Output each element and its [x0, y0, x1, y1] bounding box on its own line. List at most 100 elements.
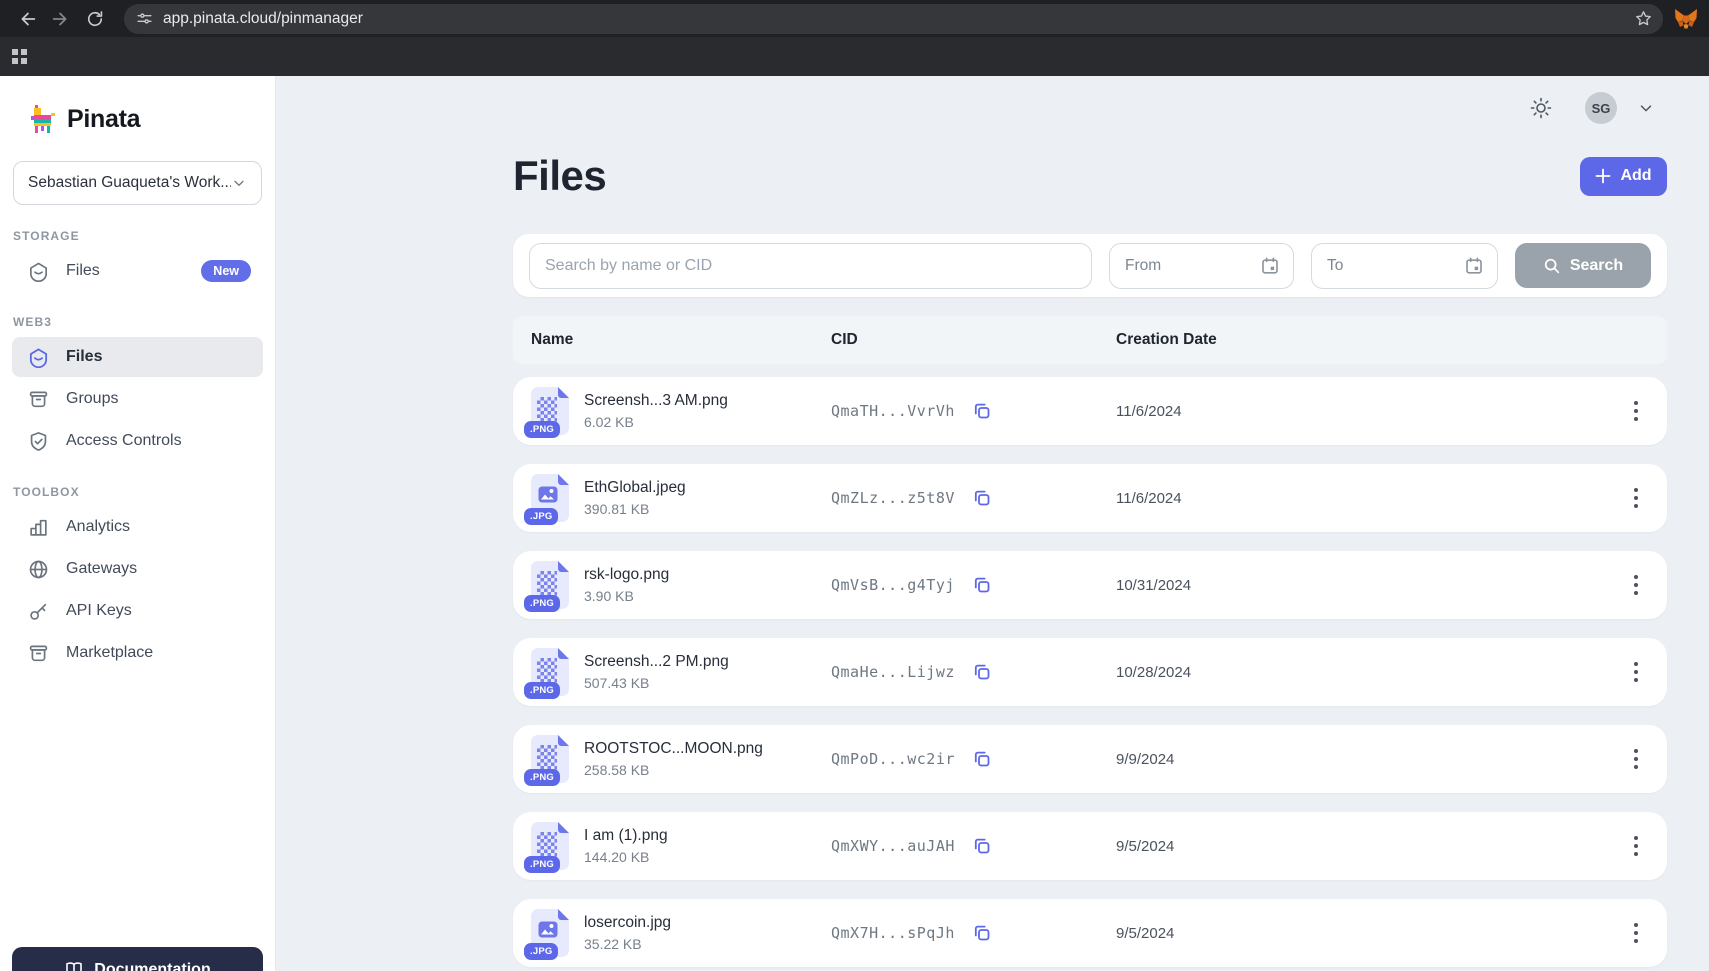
copy-icon: [971, 748, 993, 770]
copy-cid-button[interactable]: [971, 661, 993, 683]
file-ext-badge: .JPG: [524, 943, 558, 960]
reload-icon: [85, 9, 105, 29]
copy-icon: [971, 661, 993, 683]
file-cid: QmVsB...g4Tyj: [831, 576, 955, 594]
site-settings-icon[interactable]: [136, 10, 153, 27]
browser-url-bar[interactable]: app.pinata.cloud/pinmanager: [124, 4, 1663, 34]
browser-back-button[interactable]: [10, 4, 44, 34]
marketplace-box-icon: [28, 643, 49, 664]
row-menu-button[interactable]: [1630, 919, 1642, 947]
account-menu-button[interactable]: [1637, 99, 1655, 117]
browser-reload-button[interactable]: [78, 4, 112, 34]
table-row[interactable]: .PNG ROOTSTOC...MOON.png 258.58 KB QmPoD…: [513, 725, 1667, 793]
theme-toggle-button[interactable]: [1529, 96, 1553, 120]
file-size: 6.02 KB: [584, 414, 728, 430]
file-ext-badge: .PNG: [524, 421, 560, 438]
file-type-icon: .PNG: [531, 822, 569, 870]
file-size: 144.20 KB: [584, 849, 668, 865]
chevron-down-icon: [1637, 99, 1655, 117]
row-menu-button[interactable]: [1630, 397, 1642, 425]
table-row[interactable]: .PNG Screensh...2 PM.png 507.43 KB QmaHe…: [513, 638, 1667, 706]
search-button-label: Search: [1570, 257, 1623, 275]
file-creation-date: 9/5/2024: [1116, 838, 1623, 855]
file-creation-date: 10/28/2024: [1116, 664, 1623, 681]
file-cid: QmPoD...wc2ir: [831, 750, 955, 768]
date-from-input[interactable]: From: [1109, 243, 1294, 289]
file-creation-date: 9/9/2024: [1116, 751, 1623, 768]
file-cid: QmaHe...Lijwz: [831, 663, 955, 681]
user-avatar[interactable]: SG: [1585, 92, 1617, 124]
url-text: app.pinata.cloud/pinmanager: [163, 10, 1634, 28]
browser-chrome: app.pinata.cloud/pinmanager: [0, 0, 1709, 76]
metamask-extension-icon[interactable]: [1673, 6, 1699, 32]
chevron-down-icon: [231, 175, 247, 191]
copy-icon: [971, 922, 993, 944]
file-cid: QmaTH...VvrVh: [831, 402, 955, 420]
file-type-icon: .PNG: [531, 648, 569, 696]
search-input[interactable]: [529, 243, 1092, 289]
shield-check-icon: [28, 431, 49, 452]
search-bar: From To Search: [513, 234, 1667, 297]
row-menu-button[interactable]: [1630, 745, 1642, 773]
sidebar-item-gateways[interactable]: Gateways: [12, 549, 263, 589]
sidebar-item-label: Marketplace: [66, 644, 153, 662]
documentation-button[interactable]: Documentation: [12, 947, 263, 971]
globe-icon: [28, 559, 49, 580]
sidebar-item-label: Groups: [66, 390, 118, 408]
file-type-icon: .PNG: [531, 735, 569, 783]
book-icon: [64, 960, 84, 971]
sidebar-item-web3-files[interactable]: Files: [12, 337, 263, 377]
file-name: ROOTSTOC...MOON.png: [584, 740, 763, 758]
table-row[interactable]: .JPG EthGlobal.jpeg 390.81 KB QmZLz...z5…: [513, 464, 1667, 532]
workspace-name: Sebastian Guaqueta's Work...: [28, 174, 231, 192]
file-cid: QmXWY...auJAH: [831, 837, 955, 855]
page-title: Files: [513, 152, 606, 200]
copy-cid-button[interactable]: [971, 400, 993, 422]
sun-icon: [1529, 96, 1553, 120]
row-menu-button[interactable]: [1630, 658, 1642, 686]
brand-name: Pinata: [67, 105, 140, 134]
row-menu-button[interactable]: [1630, 571, 1642, 599]
sidebar-item-access-controls[interactable]: Access Controls: [12, 421, 263, 461]
workspace-selector[interactable]: Sebastian Guaqueta's Work...: [13, 161, 262, 205]
key-icon: [28, 601, 49, 622]
copy-cid-button[interactable]: [971, 748, 993, 770]
browser-forward-button[interactable]: [44, 4, 78, 34]
new-badge: New: [201, 260, 251, 282]
file-creation-date: 10/31/2024: [1116, 577, 1623, 594]
row-menu-button[interactable]: [1630, 484, 1642, 512]
copy-cid-button[interactable]: [971, 487, 993, 509]
copy-cid-button[interactable]: [971, 835, 993, 857]
sidebar-item-storage-files[interactable]: Files New: [12, 251, 263, 291]
bookmark-star-icon[interactable]: [1634, 9, 1653, 28]
sidebar-item-label: Analytics: [66, 518, 130, 536]
file-ext-badge: .PNG: [524, 595, 560, 612]
file-cid: QmX7H...sPqJh: [831, 924, 955, 942]
apps-grid-icon[interactable]: [12, 49, 27, 64]
file-size: 35.22 KB: [584, 936, 671, 952]
row-menu-button[interactable]: [1630, 832, 1642, 860]
column-creation-date: Creation Date: [1116, 331, 1623, 349]
sidebar-item-analytics[interactable]: Analytics: [12, 507, 263, 547]
table-row[interactable]: .PNG Screensh...3 AM.png 6.02 KB QmaTH..…: [513, 377, 1667, 445]
file-name: EthGlobal.jpeg: [584, 479, 686, 497]
date-to-input[interactable]: To: [1311, 243, 1498, 289]
copy-icon: [971, 574, 993, 596]
sidebar-item-api-keys[interactable]: API Keys: [12, 591, 263, 631]
table-row[interactable]: .PNG rsk-logo.png 3.90 KB QmVsB...g4Tyj …: [513, 551, 1667, 619]
sidebar-item-marketplace[interactable]: Marketplace: [12, 633, 263, 673]
file-name: losercoin.jpg: [584, 914, 671, 932]
copy-cid-button[interactable]: [971, 922, 993, 944]
section-storage-label: STORAGE: [13, 229, 262, 243]
file-type-icon: .JPG: [531, 909, 569, 957]
file-type-icon: .PNG: [531, 387, 569, 435]
file-name: Screensh...3 AM.png: [584, 392, 728, 410]
sidebar-item-groups[interactable]: Groups: [12, 379, 263, 419]
search-button[interactable]: Search: [1515, 243, 1651, 288]
calendar-icon: [1260, 256, 1280, 276]
table-row[interactable]: .JPG losercoin.jpg 35.22 KB QmX7H...sPqJ…: [513, 899, 1667, 967]
file-ext-badge: .PNG: [524, 682, 560, 699]
copy-cid-button[interactable]: [971, 574, 993, 596]
add-button[interactable]: Add: [1580, 157, 1667, 196]
table-row[interactable]: .PNG I am (1).png 144.20 KB QmXWY...auJA…: [513, 812, 1667, 880]
